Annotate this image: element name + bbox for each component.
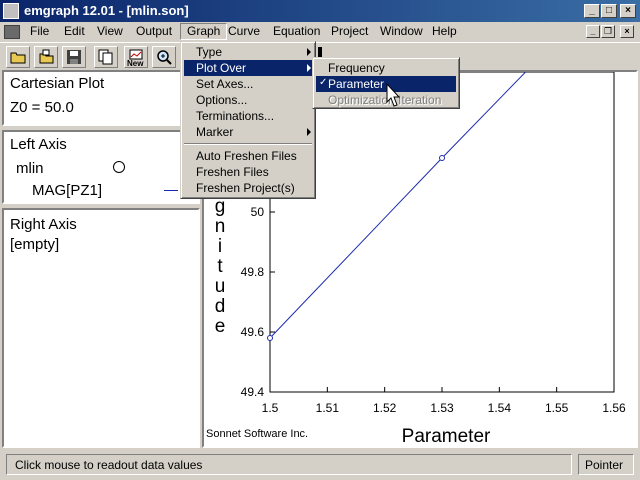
curve-mag-pz1[interactable]: MAG[PZ1] xyxy=(32,182,102,199)
x-tick-label: 1.55 xyxy=(545,401,569,415)
project-mlin[interactable]: mlin xyxy=(16,160,44,177)
open-project-button[interactable] xyxy=(34,46,58,68)
x-tick-label: 1.53 xyxy=(430,401,454,415)
menu-project[interactable]: Project xyxy=(325,23,374,40)
submenu-arrow-icon xyxy=(307,48,311,56)
mdi-close-button[interactable]: × xyxy=(620,25,634,38)
title-bar: emgraph 12.01 - [mlin.son] _ □ × xyxy=(0,0,640,22)
menu-item-frequency[interactable]: Frequency xyxy=(316,60,456,76)
left-axis-title: Left Axis xyxy=(10,136,67,153)
window-title: emgraph 12.01 - [mlin.son] xyxy=(24,3,189,18)
status-message: Click mouse to readout data values xyxy=(15,458,203,472)
new-button[interactable]: New xyxy=(124,46,148,68)
data-point[interactable] xyxy=(439,155,445,161)
floppy-icon xyxy=(67,50,81,64)
y-axis-label-letter: g xyxy=(215,196,226,217)
right-axis-panel[interactable]: Right Axis [empty] xyxy=(2,208,200,448)
x-tick-label: 1.51 xyxy=(316,401,340,415)
right-axis-title: Right Axis xyxy=(10,216,77,233)
graph-menu: Type Plot Over Set Axes... Options... Te… xyxy=(180,41,316,199)
submenu-arrow-icon xyxy=(307,64,311,72)
copy-icon xyxy=(98,49,113,65)
series-line xyxy=(269,72,527,339)
chart-footer: Sonnet Software Inc. xyxy=(206,428,309,440)
menu-view[interactable]: View xyxy=(91,23,129,40)
y-axis-label-letter: u xyxy=(215,276,226,297)
new-button-label: New xyxy=(127,59,144,68)
plot-type-label: Cartesian Plot xyxy=(10,75,105,92)
save-button[interactable] xyxy=(62,46,86,68)
y-axis-label-letter: t xyxy=(217,256,223,277)
app-icon[interactable] xyxy=(3,3,19,19)
document-icon[interactable] xyxy=(4,25,20,39)
status-bar: Click mouse to readout data values Point… xyxy=(0,452,640,480)
mdi-minimize-button[interactable]: _ xyxy=(586,25,600,38)
status-message-pane: Click mouse to readout data values xyxy=(6,454,572,475)
submenu-arrow-icon xyxy=(307,128,311,136)
magnifier-icon xyxy=(157,50,172,65)
curve-line-icon xyxy=(164,190,178,191)
status-mode: Pointer xyxy=(585,458,624,472)
left-axis-panel[interactable]: Left Axis mlin MAG[PZ1] xyxy=(2,130,200,204)
menu-edit[interactable]: Edit xyxy=(58,23,91,40)
plot-frame xyxy=(269,72,615,393)
x-tick-label: 1.54 xyxy=(488,401,512,415)
minimize-button[interactable]: _ xyxy=(584,4,600,18)
maximize-button[interactable]: □ xyxy=(601,4,617,18)
y-tick-label: 49.4 xyxy=(241,385,265,399)
y-axis-label-letter: d xyxy=(215,296,226,317)
status-mode-pane: Pointer xyxy=(578,454,634,475)
y-axis-label-letter: n xyxy=(215,216,226,237)
y-tick-label: 49.6 xyxy=(241,325,265,339)
mdi-restore-button[interactable]: ❐ xyxy=(601,25,615,38)
menu-graph[interactable]: Graph xyxy=(180,23,228,40)
checkmark-icon: ✓ xyxy=(319,77,328,88)
zoom-button[interactable] xyxy=(152,46,176,68)
menu-bar: File Edit View Output Graph Curve Equati… xyxy=(0,22,640,41)
menu-separator xyxy=(184,143,312,145)
mouse-cursor-icon xyxy=(386,83,401,107)
menu-item-freshen-projects[interactable]: Freshen Project(s) xyxy=(184,180,312,196)
menu-item-terminations[interactable]: Terminations... xyxy=(184,108,312,124)
folder-open-icon xyxy=(10,52,26,64)
menu-item-marker[interactable]: Marker xyxy=(184,124,312,140)
y-tick-label: 50 xyxy=(251,205,265,219)
y-axis-label-letter: i xyxy=(218,236,222,257)
menu-item-set-axes[interactable]: Set Axes... xyxy=(184,76,312,92)
menu-item-type[interactable]: Type xyxy=(184,44,312,60)
menu-item-plot-over[interactable]: Plot Over xyxy=(184,60,312,76)
menu-item-auto-freshen-files[interactable]: Auto Freshen Files xyxy=(184,148,312,164)
x-tick-label: 1.5 xyxy=(262,401,279,415)
menu-window[interactable]: Window xyxy=(374,23,429,40)
z0-label: Z0 = 50.0 xyxy=(10,99,74,116)
menu-item-options[interactable]: Options... xyxy=(184,92,312,108)
menu-item-freshen-files[interactable]: Freshen Files xyxy=(184,164,312,180)
menu-output[interactable]: Output xyxy=(130,23,178,40)
close-button[interactable]: × xyxy=(620,4,636,18)
y-tick-label: 49.8 xyxy=(241,265,265,279)
plot-info-panel[interactable]: Cartesian Plot Z0 = 50.0 xyxy=(2,70,200,126)
data-point[interactable] xyxy=(267,335,273,341)
folder-stack-icon xyxy=(39,49,54,64)
open-button[interactable] xyxy=(6,46,30,68)
x-tick-label: 1.52 xyxy=(373,401,397,415)
x-tick-label: 1.56 xyxy=(602,401,626,415)
menu-help[interactable]: Help xyxy=(426,23,463,40)
marker-circle-icon xyxy=(113,161,125,173)
right-axis-empty: [empty] xyxy=(10,236,60,253)
menu-equation[interactable]: Equation xyxy=(267,23,326,40)
copy-button[interactable] xyxy=(94,46,118,68)
menu-file[interactable]: File xyxy=(24,23,55,40)
y-axis-label-letter: e xyxy=(215,316,226,337)
menu-curve[interactable]: Curve xyxy=(222,23,266,40)
x-axis-label: Parameter xyxy=(402,426,491,446)
